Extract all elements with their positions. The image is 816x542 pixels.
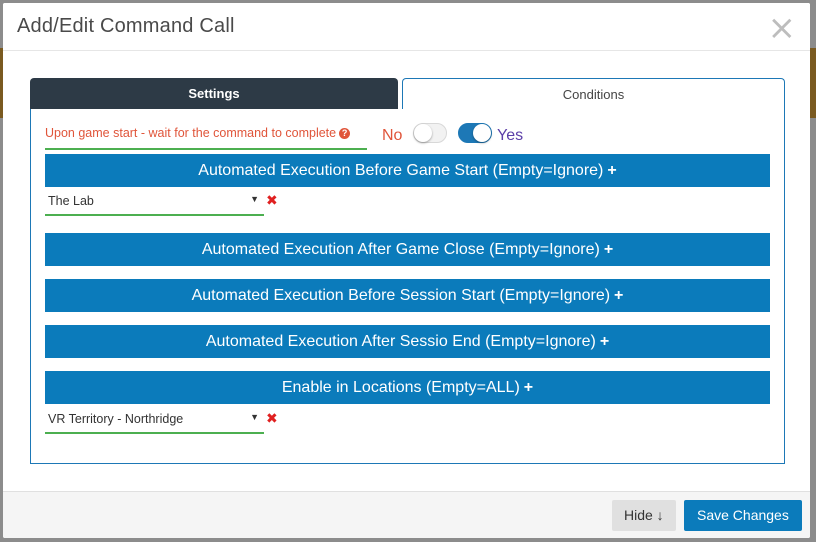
modal-title: Add/Edit Command Call	[17, 15, 235, 37]
before-session-start-section-button[interactable]: Automated Execution Before Session Start…	[45, 279, 770, 312]
select-value: The Lab	[48, 194, 94, 208]
before-game-start-section-button[interactable]: Automated Execution Before Game Start (E…	[45, 154, 770, 187]
tab-bar: Settings Conditions	[30, 78, 785, 111]
close-icon[interactable]: ×	[768, 11, 797, 45]
yes-toggle[interactable]	[458, 123, 492, 143]
section-label: Enable in Locations (Empty=ALL)	[281, 379, 520, 396]
plus-icon: +	[614, 287, 624, 304]
chevron-down-icon: ▼	[250, 412, 259, 422]
section-label: Automated Execution Before Game Start (E…	[198, 162, 604, 179]
game-start-select[interactable]: The Lab ▼	[45, 189, 264, 216]
tab-settings[interactable]: Settings	[30, 78, 398, 109]
command-call-modal: Add/Edit Command Call × Settings Conditi…	[3, 3, 810, 538]
wait-for-command-field: Upon game start - wait for the command t…	[45, 123, 367, 150]
after-game-close-section-button[interactable]: Automated Execution After Game Close (Em…	[45, 233, 770, 266]
conditions-panel: Upon game start - wait for the command t…	[30, 109, 785, 464]
select-value: VR Territory - Northridge	[48, 412, 184, 426]
yes-label: Yes	[497, 127, 524, 144]
remove-icon[interactable]: ✖	[266, 193, 278, 209]
chevron-down-icon: ▼	[250, 194, 259, 204]
modal-footer: Hide ↓ Save Changes	[3, 491, 810, 538]
section-label: Automated Execution Before Session Start…	[191, 287, 611, 304]
no-toggle[interactable]	[413, 123, 447, 143]
section-label: Automated Execution After Sessio End (Em…	[205, 333, 596, 350]
save-button[interactable]: Save Changes	[684, 500, 802, 531]
after-session-end-section-button[interactable]: Automated Execution After Sessio End (Em…	[45, 325, 770, 358]
plus-icon: +	[607, 162, 617, 179]
tab-conditions[interactable]: Conditions	[402, 78, 785, 109]
plus-icon: +	[603, 241, 614, 258]
plus-icon: +	[523, 379, 534, 396]
modal-header: Add/Edit Command Call ×	[3, 3, 810, 51]
wait-for-command-label-wrap: Upon game start - wait for the command t…	[45, 126, 351, 140]
plus-icon: +	[599, 333, 610, 350]
hide-button[interactable]: Hide ↓	[612, 500, 676, 531]
wait-for-command-label: Upon game start - wait for the command t…	[45, 126, 337, 140]
location-select[interactable]: VR Territory - Northridge ▼	[45, 407, 264, 434]
help-icon[interactable]: ?	[339, 128, 351, 139]
no-label: No	[382, 127, 403, 144]
enable-locations-section-button[interactable]: Enable in Locations (Empty=ALL) +	[45, 371, 770, 404]
toggle-knob	[473, 124, 491, 142]
remove-icon[interactable]: ✖	[266, 411, 278, 427]
section-label: Automated Execution After Game Close (Em…	[201, 241, 600, 258]
toggle-knob	[414, 124, 432, 142]
